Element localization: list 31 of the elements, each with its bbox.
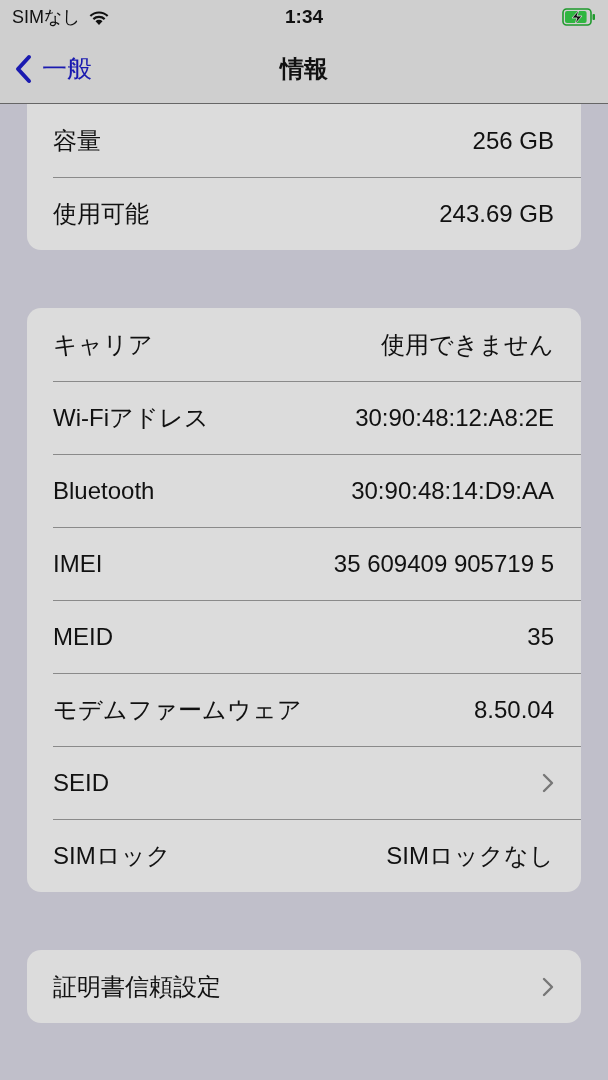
carrier-text: SIMなし xyxy=(12,6,80,29)
row-label: 証明書信頼設定 xyxy=(53,971,221,1002)
status-time: 1:34 xyxy=(285,6,323,28)
chevron-right-icon xyxy=(542,772,554,793)
row-label: モデムファームウェア xyxy=(53,694,302,725)
wifi-icon xyxy=(88,9,110,25)
row-value: 使用できません xyxy=(381,329,554,360)
back-button[interactable]: 一般 xyxy=(0,52,92,85)
chevron-right-icon xyxy=(542,976,554,997)
row-label: 使用可能 xyxy=(53,198,149,229)
chevron-left-icon xyxy=(14,53,32,84)
row-label: SIMロック xyxy=(53,840,171,871)
row-label: 容量 xyxy=(53,125,101,156)
row-value: 30:90:48:12:A8:2E xyxy=(355,403,554,432)
battery-icon xyxy=(562,8,596,26)
row-label: IMEI xyxy=(53,549,103,578)
settings-link-row[interactable]: SEID xyxy=(27,746,581,819)
row-label: SEID xyxy=(53,768,109,797)
row-value: 35 609409 905719 5 xyxy=(333,549,554,578)
settings-link-row[interactable]: 証明書信頼設定 xyxy=(27,950,581,1023)
row-value: 256 GB xyxy=(472,126,554,155)
row-label: Wi-Fiアドレス xyxy=(53,402,209,433)
row-value: 243.69 GB xyxy=(439,199,554,228)
row-label: MEID xyxy=(53,622,113,651)
row-value: SIMロックなし xyxy=(386,840,554,871)
row-value: 30:90:48:14:D9:AA xyxy=(351,476,554,505)
row-label: Bluetooth xyxy=(53,476,155,505)
row-label: キャリア xyxy=(53,329,153,360)
row-value: 35 xyxy=(527,622,554,651)
nav-title: 情報 xyxy=(280,53,328,84)
row-value: 8.50.04 xyxy=(473,695,554,724)
